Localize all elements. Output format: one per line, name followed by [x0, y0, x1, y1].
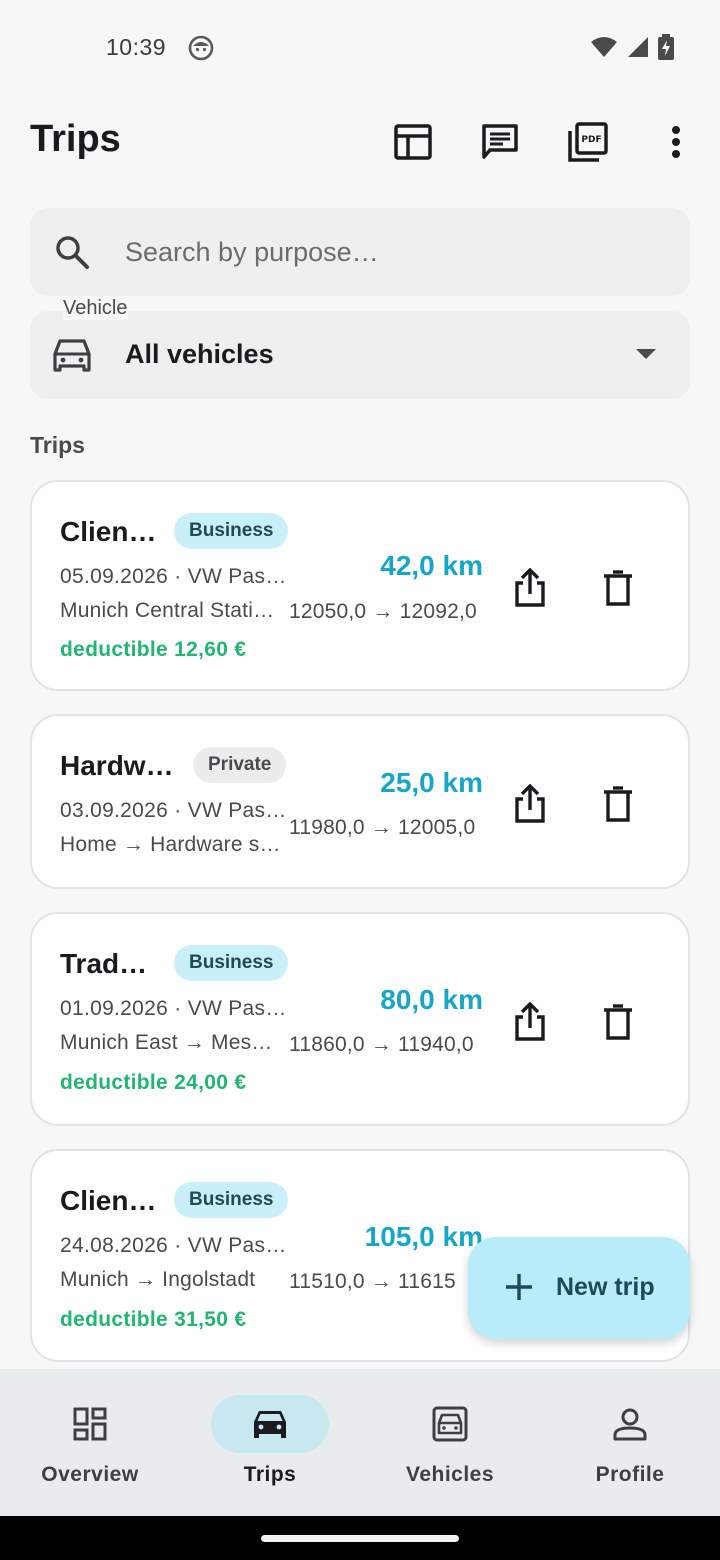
table-icon [394, 124, 432, 160]
category-badge: Business [174, 1182, 289, 1218]
nav-item-vehicles[interactable]: Vehicles [360, 1369, 540, 1516]
trip-distance: 80,0 km [380, 984, 483, 1015]
status-icons [590, 34, 674, 60]
nav-item-overview[interactable]: Overview [0, 1369, 180, 1516]
delete-button[interactable] [594, 564, 642, 612]
wifi-icon [591, 37, 617, 57]
delete-button[interactable] [594, 998, 642, 1046]
table-view-button[interactable] [389, 118, 437, 166]
trip-deductible: deductible 12,60 € [60, 638, 247, 661]
dashboard-icon [73, 1407, 107, 1441]
vehicle-dropdown[interactable]: All vehicles [30, 311, 690, 399]
nav-item-trips[interactable]: Trips [180, 1369, 360, 1516]
search-icon [56, 236, 89, 269]
page-title: Trips [30, 118, 121, 160]
trip-odometer: 11860,0 → 11940,0 [289, 1033, 474, 1056]
trip-date-vehicle: 24.08.2026 · VW Pas… [60, 1234, 287, 1257]
trash-icon [604, 786, 632, 822]
trip-title: Clien… [60, 1185, 157, 1216]
trash-icon [604, 1004, 632, 1040]
signal-icon [628, 37, 648, 57]
comment-icon [482, 124, 518, 159]
person-icon [613, 1408, 647, 1441]
trip-card[interactable]: Hardw… Private 03.09.2026 · VW Pas… 25,0… [30, 714, 690, 889]
top-app-bar: Trips PDF [0, 96, 720, 186]
trip-distance: 105,0 km [364, 1221, 483, 1252]
nav-label: Overview [41, 1463, 139, 1486]
face-notification-icon [188, 35, 214, 61]
section-title: Trips [30, 432, 85, 458]
more-options-button[interactable] [652, 118, 700, 166]
nav-item-profile[interactable]: Profile [540, 1369, 720, 1516]
vehicle-selected-value: All vehicles [125, 339, 274, 369]
garage-icon [432, 1406, 468, 1442]
trip-date-vehicle: 01.09.2026 · VW Pas… [60, 997, 287, 1020]
trip-route: Home → Hardware s… [60, 833, 281, 856]
vehicle-field-label: Vehicle [63, 297, 128, 320]
battery-charging-icon [658, 34, 674, 60]
system-gesture-bar [0, 1516, 720, 1560]
status-bar: 10:39 [0, 0, 720, 96]
share-button[interactable] [506, 564, 554, 612]
trip-date-vehicle: 03.09.2026 · VW Pas… [60, 799, 287, 822]
category-badge: Business [174, 513, 289, 549]
car-icon [53, 339, 91, 372]
bottom-navigation: Overview Trips Vehicles Profile [0, 1369, 720, 1516]
delete-button[interactable] [594, 780, 642, 828]
trip-deductible: deductible 31,50 € [60, 1308, 247, 1331]
car-icon [254, 1411, 286, 1438]
share-button[interactable] [506, 780, 554, 828]
trip-route: Munich → Ingolstadt [60, 1268, 256, 1291]
new-trip-fab[interactable]: New trip [468, 1237, 690, 1339]
nav-label: Vehicles [405, 1463, 495, 1486]
category-badge: Business [174, 945, 289, 981]
share-icon [515, 784, 545, 823]
trip-odometer: 11510,0 → 11615 [289, 1270, 456, 1293]
chevron-down-icon [636, 349, 656, 359]
fab-label: New trip [556, 1273, 655, 1301]
trip-distance: 42,0 km [380, 550, 483, 581]
share-icon [515, 568, 545, 607]
category-badge: Private [193, 747, 287, 783]
gesture-handle[interactable] [261, 1535, 459, 1542]
trip-card[interactable]: Clien… Business 05.09.2026 · VW Pas… 42,… [30, 480, 690, 691]
more-vert-icon [672, 126, 680, 158]
trip-route: Munich East → Mes… [60, 1031, 273, 1054]
nav-label: Trips [243, 1463, 297, 1486]
status-time: 10:39 [106, 34, 167, 60]
svg-text:PDF: PDF [581, 135, 601, 145]
trip-date-vehicle: 05.09.2026 · VW Pas… [60, 565, 287, 588]
export-pdf-button[interactable]: PDF [564, 118, 612, 166]
trip-title: Clien… [60, 516, 157, 547]
trip-title: Hardw… [60, 750, 174, 781]
pdf-icon: PDF [568, 122, 608, 162]
share-icon [515, 1002, 545, 1041]
trip-deductible: deductible 24,00 € [60, 1071, 247, 1094]
search-input[interactable] [125, 208, 665, 296]
trip-card[interactable]: Trad… Business 01.09.2026 · VW Pas… 80,0… [30, 912, 690, 1126]
trip-route: Munich Central Stati… [60, 599, 275, 622]
share-button[interactable] [506, 998, 554, 1046]
trip-odometer: 12050,0 → 12092,0 [289, 600, 477, 623]
trash-icon [604, 570, 632, 606]
plus-icon [506, 1274, 532, 1300]
comments-button[interactable] [476, 118, 524, 166]
trip-distance: 25,0 km [380, 767, 483, 798]
trip-title: Trad… [60, 948, 148, 979]
nav-label: Profile [595, 1463, 665, 1486]
search-box[interactable] [30, 208, 690, 296]
trip-odometer: 11980,0 → 12005,0 [289, 816, 476, 839]
